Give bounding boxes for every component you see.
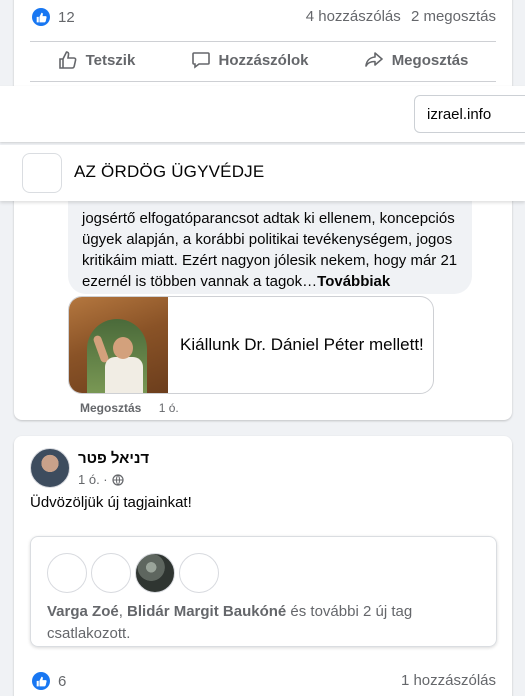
comment-count-link[interactable]: 1 hozzászólás — [401, 672, 496, 690]
see-more-link[interactable]: Továbbiak — [317, 273, 390, 290]
comment-count-link[interactable]: 4 hozzászólás — [306, 8, 401, 25]
new-members-box[interactable]: Varga Zoé, Blidár Margit Baukóné és tová… — [30, 536, 497, 647]
group-name[interactable]: AZ ÖRDÖG ÜGYVÉDJE — [74, 162, 264, 182]
post-stats: 6 1 hozzászólás — [32, 672, 496, 690]
member-link[interactable]: Varga Zoé — [47, 603, 119, 620]
share-count-link[interactable]: 2 megosztás — [411, 8, 496, 25]
url-field[interactable]: izrael.info — [414, 95, 525, 133]
like-count[interactable]: 6 — [58, 673, 66, 690]
share-button-label: Megosztás — [391, 51, 469, 69]
member-link[interactable]: Blidár Margit Baukóné — [127, 603, 286, 620]
avatar[interactable] — [91, 553, 131, 593]
speech-bubble-icon — [191, 52, 210, 69]
link-title: Kiállunk Dr. Dániel Péter mellett! — [180, 335, 424, 354]
avatar[interactable] — [135, 553, 175, 593]
share-link[interactable]: Megosztás — [80, 401, 141, 415]
timestamp[interactable]: 1 ó. · — [78, 472, 108, 487]
bubble-text-line: jogsértő elfogatóparancsot adtak ki elle… — [82, 210, 455, 227]
group-header: AZ ÖRDÖG ÜGYVÉDJE — [0, 145, 525, 201]
joined-text: Varga Zoé, Blidár Margit Baukóné és tová… — [47, 601, 477, 645]
link-thumbnail — [69, 297, 168, 393]
like-button[interactable]: Tetszik — [58, 50, 136, 70]
like-count[interactable]: 12 — [58, 9, 75, 26]
post-actions: Tetszik Hozzászólok Megosztás — [30, 50, 496, 70]
top-bar: izrael.info — [0, 86, 525, 142]
post-meta: 1 ó. · — [78, 472, 124, 487]
comment-button[interactable]: Hozzászólok — [191, 50, 309, 70]
post-card-top: 12 4 hozzászólás 2 megosztás Tetszik Hoz… — [14, 0, 512, 96]
comment-button-label: Hozzászólok — [218, 51, 309, 69]
divider — [30, 41, 496, 42]
post-stats: 12 4 hozzászólás 2 megosztás — [32, 8, 496, 26]
bubble-text-line: ügyek alapján, a korábbi politikai tevék… — [82, 231, 453, 248]
new-members-post-card: דניאל פטר 1 ó. · Üdvözöljük új tagjainka… — [14, 436, 512, 696]
avatar[interactable] — [179, 553, 219, 593]
like-button-label: Tetszik — [85, 51, 136, 69]
link-preview[interactable]: Kiállunk Dr. Dániel Péter mellett! — [68, 296, 434, 394]
like-reaction-icon[interactable] — [32, 8, 50, 26]
shared-post-card: jogsértő elfogatóparancsot adtak ki elle… — [14, 180, 512, 420]
globe-icon — [112, 473, 124, 486]
thumbs-up-icon — [58, 51, 77, 69]
author-name[interactable]: דניאל פטר — [78, 450, 149, 467]
bubble-text-line: kritikáim miatt. Ezért nagyon jólesik ne… — [82, 252, 458, 269]
timestamp[interactable]: 1 ó. — [159, 401, 179, 415]
comment-meta: Megosztás 1 ó. — [80, 401, 179, 415]
share-button[interactable]: Megosztás — [364, 50, 469, 70]
member-avatars — [47, 553, 219, 593]
bubble-text-line: ezernél is többen vannak a tagok…További… — [82, 271, 472, 292]
share-arrow-icon — [364, 52, 383, 67]
avatar[interactable] — [30, 448, 70, 488]
group-avatar[interactable] — [22, 153, 62, 193]
divider — [30, 81, 496, 82]
avatar[interactable] — [47, 553, 87, 593]
bubble-text-end: ezernél is többen vannak a tagok… — [82, 273, 318, 290]
separator: , — [118, 603, 128, 620]
post-text: Üdvözöljük új tagjainkat! — [30, 494, 192, 511]
like-reaction-icon[interactable] — [32, 672, 50, 690]
